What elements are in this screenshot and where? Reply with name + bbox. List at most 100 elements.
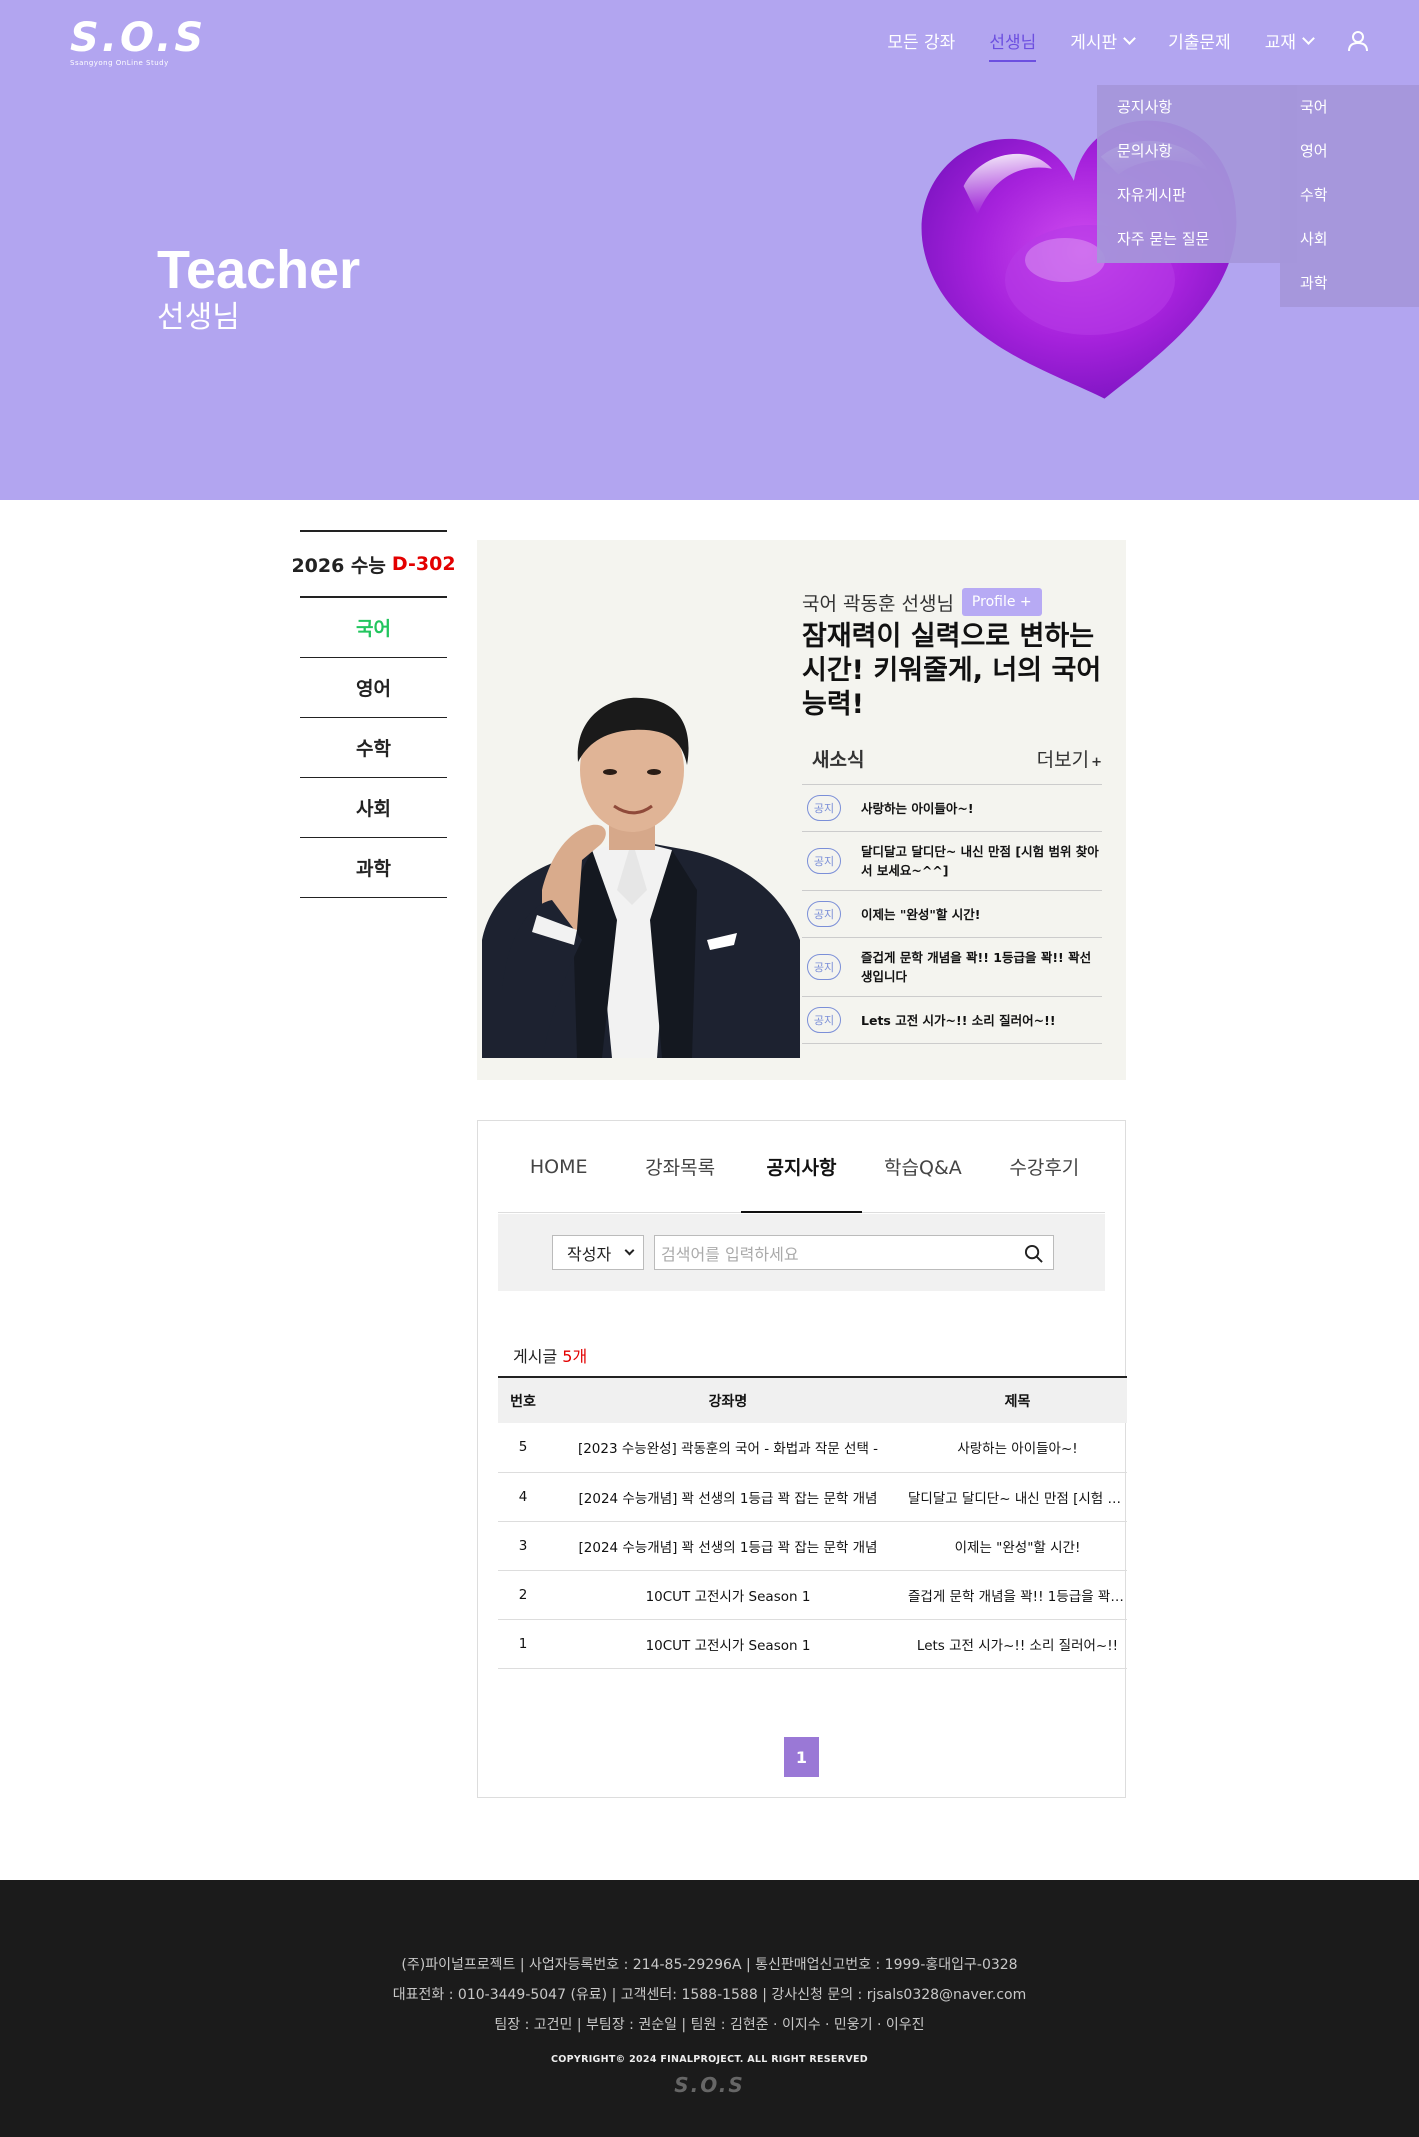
sidebar-item-social[interactable]: 사회 <box>300 778 447 838</box>
nav-board[interactable]: 게시판 <box>1070 28 1137 53</box>
table-row[interactable]: 4 [2024 수능개념] 꽉 선생의 1등급 꽉 잡는 문학 개념 달디달고 … <box>498 1472 1127 1522</box>
nav-teachers[interactable]: 선생님 <box>989 28 1037 62</box>
nav-teachers-label: 선생님 <box>989 33 1037 53</box>
chevron-down-icon <box>1123 31 1137 45</box>
menu-item-inquiry[interactable]: 문의사항 <box>1097 129 1297 173</box>
sidebar-item-math[interactable]: 수학 <box>300 718 447 778</box>
footer-contact-info: 대표전화 : 010-3449-5047 (유료) | 고객센터: 1588-1… <box>392 1987 1027 2003</box>
menu-item-korean[interactable]: 국어 <box>1280 85 1419 129</box>
menu-item-notice[interactable]: 공지사항 <box>1097 85 1297 129</box>
news-more-link[interactable]: 더보기 + <box>1037 745 1102 772</box>
table-row[interactable]: 1 10CUT 고전시가 Season 1 Lets 고전 시가~!! 소리 질… <box>498 1619 1127 1669</box>
nav-textbooks[interactable]: 교재 <box>1264 28 1315 53</box>
news-list: 공지 사랑하는 아이들아~! 공지 달디달고 달디단~ 내신 만점 [시험 범위… <box>802 784 1102 1044</box>
row-title[interactable]: 사랑하는 아이들아~! <box>908 1423 1127 1473</box>
row-title[interactable]: 이제는 "완성"할 시간! <box>908 1521 1127 1571</box>
notice-badge: 공지 <box>807 848 841 874</box>
tab-qna[interactable]: 학습Q&A <box>862 1121 983 1212</box>
search-type-value: 작성자 <box>567 1244 612 1264</box>
tab-home[interactable]: HOME <box>498 1121 619 1212</box>
chevron-down-icon <box>1302 31 1315 45</box>
news-item[interactable]: 공지 이제는 "완성"할 시간! <box>802 891 1102 938</box>
footer-info: (주)파이널프로젝트 | 사업자등록번호 : 214-85-29296A | 통… <box>0 1880 1419 2040</box>
posts-table: 번호 강좌명 제목 5 [2023 수능완성] 곽동훈의 국어 - 화법과 작문… <box>498 1376 1127 1669</box>
news-item[interactable]: 공지 사랑하는 아이들아~! <box>802 785 1102 832</box>
tab-course-list[interactable]: 강좌목록 <box>619 1121 740 1212</box>
column-header-course: 강좌명 <box>708 1393 748 1410</box>
news-item-text: 사랑하는 아이들아~! <box>861 800 974 816</box>
hero-title-ko: 선생님 <box>157 300 240 335</box>
news-more-label: 더보기 <box>1036 748 1090 771</box>
board-tabs: HOME 강좌목록 공지사항 학습Q&A 수강후기 <box>498 1121 1105 1213</box>
menu-item-science[interactable]: 과학 <box>1280 261 1419 305</box>
dday-value: D-302 <box>391 553 456 575</box>
row-title[interactable]: 달디달고 달디단~ 내신 만점 [시험 범위 찾아서 보세요~^^] <box>908 1472 1127 1522</box>
dday-counter: 2026 수능 D-302 <box>291 530 456 598</box>
menu-item-faq[interactable]: 자주 묻는 질문 <box>1097 217 1297 261</box>
table-row[interactable]: 2 10CUT 고전시가 Season 1 즐겁게 문학 개념을 꽉!! 1등급… <box>498 1570 1127 1620</box>
footer-company-info: (주)파이널프로젝트 | 사업자등록번호 : 214-85-29296A | 통… <box>401 1957 1018 1973</box>
search-icon[interactable] <box>1024 1244 1043 1263</box>
footer-team-info: 팀장 : 고건민 | 부팀장 : 권순일 | 팀원 : 김현준 · 이지수 · … <box>494 2017 925 2033</box>
column-header-title: 제목 <box>1004 1393 1031 1410</box>
notice-badge: 공지 <box>807 1007 841 1033</box>
table-row[interactable]: 3 [2024 수능개념] 꽉 선생의 1등급 꽉 잡는 문학 개념 이제는 "… <box>498 1521 1127 1571</box>
notice-badge: 공지 <box>807 901 841 927</box>
news-item-text: 즐겁게 문학 개념을 꽉!! 1등급을 꽉!! 꽉선생입니다 <box>861 950 1092 984</box>
logo-mark: S.O.S <box>70 15 207 61</box>
nav-textbooks-label: 교재 <box>1264 33 1296 53</box>
page-button-current[interactable]: 1 <box>784 1737 819 1777</box>
notice-board: HOME 강좌목록 공지사항 학습Q&A 수강후기 작성자 검색어를 입력하세요… <box>477 1120 1127 1798</box>
news-item-text: Lets 고전 시가~!! 소리 질러어~!! <box>861 1012 1056 1028</box>
sidebar-item-korean[interactable]: 국어 <box>300 598 447 658</box>
tab-notice[interactable]: 공지사항 <box>740 1121 863 1213</box>
row-title[interactable]: 즐겁게 문학 개념을 꽉!! 1등급을 꽉!! 꽉선생입니다 <box>908 1570 1127 1620</box>
teacher-name: 국어 곽동훈 선생님 <box>802 592 954 615</box>
textbook-dropdown-menu: 국어 영어 수학 사회 과학 <box>1280 85 1419 307</box>
post-count-value: 5개 <box>562 1347 588 1366</box>
menu-item-english[interactable]: 영어 <box>1280 129 1419 173</box>
row-title[interactable]: Lets 고전 시가~!! 소리 질러어~!! <box>908 1619 1127 1669</box>
news-item[interactable]: 공지 달디달고 달디단~ 내신 만점 [시험 범위 찾아서 보세요~^^] <box>802 832 1102 891</box>
news-item[interactable]: 공지 즐겁게 문학 개념을 꽉!! 1등급을 꽉!! 꽉선생입니다 <box>802 938 1102 997</box>
news-item[interactable]: 공지 Lets 고전 시가~!! 소리 질러어~!! <box>802 997 1102 1044</box>
nav-all-courses[interactable]: 모든 강좌 <box>887 28 955 53</box>
tab-reviews[interactable]: 수강후기 <box>984 1121 1105 1212</box>
menu-item-social[interactable]: 사회 <box>1280 217 1419 261</box>
row-number: 3 <box>498 1521 548 1571</box>
table-row[interactable]: 5 [2023 수능완성] 곽동훈의 국어 - 화법과 작문 선택 - 사랑하는… <box>498 1423 1127 1473</box>
news-item-text: 달디달고 달디단~ 내신 만점 [시험 범위 찾아서 보세요~^^] <box>861 844 1099 878</box>
post-count: 게시글 5개 <box>513 1343 587 1367</box>
news-title: 새소식 <box>812 748 865 771</box>
search-type-select[interactable]: 작성자 <box>552 1235 644 1270</box>
sidebar-item-english[interactable]: 영어 <box>300 658 447 718</box>
logo-subtitle: Ssangyong OnLine Study <box>70 59 169 67</box>
search-placeholder: 검색어를 입력하세요 <box>661 1244 799 1264</box>
news-header: 새소식 더보기 + <box>802 744 1102 772</box>
row-number: 2 <box>498 1570 548 1620</box>
profile-button[interactable]: Profile + <box>961 588 1042 616</box>
menu-item-free-board[interactable]: 자유게시판 <box>1097 173 1297 217</box>
row-course: 10CUT 고전시가 Season 1 <box>548 1619 908 1669</box>
teacher-card: 국어 곽동훈 선생님 Profile + 잠재력이 실력으로 변하는 시간! 키… <box>477 540 1126 1080</box>
nav-all-courses-label: 모든 강좌 <box>887 33 956 53</box>
news-item-text: 이제는 "완성"할 시간! <box>861 906 981 922</box>
main-nav: 모든 강좌 선생님 게시판 기출문제 교재 <box>887 28 1369 62</box>
user-icon[interactable] <box>1347 30 1369 52</box>
user-icon-svg <box>1348 30 1368 51</box>
sidebar-item-science[interactable]: 과학 <box>300 838 447 898</box>
teacher-photo <box>482 690 800 1058</box>
notice-badge: 공지 <box>807 954 841 980</box>
teacher-slogan: 잠재력이 실력으로 변하는 시간! 키워줄게, 너의 국어 능력! <box>802 621 1102 720</box>
footer-logo: S.O.S <box>674 2073 745 2097</box>
posts-table-wrap: 번호 강좌명 제목 5 [2023 수능완성] 곽동훈의 국어 - 화법과 작문… <box>498 1376 1127 1669</box>
row-course: [2024 수능개념] 꽉 선생의 1등급 꽉 잡는 문학 개념 <box>548 1472 908 1522</box>
teacher-info: 국어 곽동훈 선생님 Profile + 잠재력이 실력으로 변하는 시간! 키… <box>802 588 1102 1044</box>
column-header-number: 번호 <box>510 1393 536 1410</box>
site-logo[interactable]: S.O.S Ssangyong OnLine Study <box>70 15 207 68</box>
table-header-row: 번호 강좌명 제목 <box>498 1377 1127 1423</box>
search-input[interactable]: 검색어를 입력하세요 <box>654 1235 1054 1270</box>
menu-item-math[interactable]: 수학 <box>1280 173 1419 217</box>
nav-past-exams[interactable]: 기출문제 <box>1168 28 1231 53</box>
row-number: 1 <box>498 1619 548 1669</box>
